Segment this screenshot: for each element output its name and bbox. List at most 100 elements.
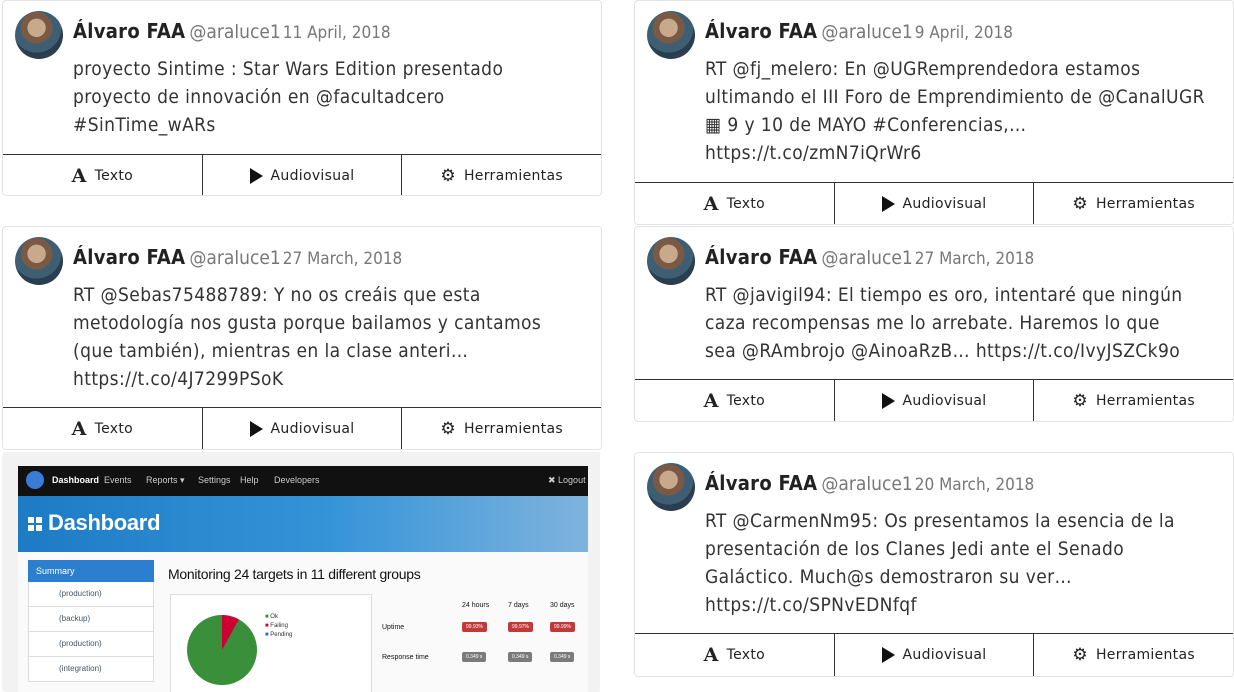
nav-settings: Settings: [198, 475, 231, 485]
nav-events: Events: [104, 475, 132, 485]
audiovisual-button[interactable]: Audiovisual: [203, 155, 403, 195]
herramientas-label: Herramientas: [463, 421, 563, 437]
tweet-text: proyecto Sintime : Star Wars Edition pre…: [73, 58, 504, 136]
monitoring-title: Monitoring 24 targets in 11 different gr…: [168, 566, 421, 582]
legend-failing: Failing: [270, 623, 288, 629]
gear-icon: ⚙: [1072, 644, 1088, 665]
nav-help: Help: [240, 475, 259, 485]
play-icon: [881, 647, 895, 663]
herramientas-button[interactable]: ⚙ Herramientas: [1034, 183, 1233, 224]
pie-legend: ■ Ok ■ Failing ■ Pending: [265, 614, 293, 638]
nav-developers: Developers: [274, 475, 320, 485]
herramientas-button[interactable]: ⚙ Herramientas: [402, 408, 601, 449]
uptime-badge: 99.99%: [550, 622, 575, 632]
author-handle[interactable]: @araluce1: [821, 247, 912, 269]
play-icon: [881, 196, 895, 212]
gear-icon: ⚙: [1072, 390, 1088, 411]
texto-label: Texto: [726, 196, 766, 212]
tweet-date: 20 March, 2018: [914, 475, 1035, 495]
avatar[interactable]: [15, 237, 63, 285]
tweet-meta: Álvaro FAA @araluce1 9 April, 2018: [705, 19, 1013, 43]
herramientas-button[interactable]: ⚙ Herramientas: [1034, 380, 1233, 421]
dashboard-navbar: Dashboard Events Reports ▾ Settings Help…: [18, 466, 588, 496]
tweet-date: 9 April, 2018: [914, 23, 1013, 43]
avatar[interactable]: [15, 11, 63, 59]
author-handle[interactable]: @araluce1: [821, 21, 912, 43]
herramientas-label: Herramientas: [463, 168, 563, 184]
summary-item: Summary: [28, 560, 154, 582]
nav-dashboard: Dashboard: [52, 475, 100, 485]
dashboard-body: Summary (production) (backup) (productio…: [18, 552, 588, 692]
sidebar-item: (production): [28, 632, 154, 657]
tweet-text: RT @Sebas75488789: Y no os creáis que es…: [73, 284, 542, 390]
texto-button[interactable]: A Texto: [635, 380, 835, 421]
texto-button[interactable]: A Texto: [635, 634, 835, 676]
uptime-badge: 99.97%: [508, 622, 533, 632]
author-name[interactable]: Álvaro FAA: [73, 245, 185, 269]
author-name[interactable]: Álvaro FAA: [705, 19, 817, 43]
legend-ok: Ok: [270, 614, 278, 620]
tweet-card: Álvaro FAA @araluce1 11 April, 2018 proyec…: [2, 0, 602, 196]
dashboard-title: Dashboard: [48, 510, 161, 535]
col-header: 30 days: [550, 602, 575, 609]
texto-button[interactable]: A Texto: [3, 155, 203, 195]
tweet-date: 27 March, 2018: [914, 249, 1035, 269]
audiovisual-button[interactable]: Audiovisual: [835, 183, 1035, 224]
row-label: Uptime: [382, 624, 405, 631]
gear-icon: ⚙: [440, 418, 456, 439]
tweet-date: 11 April, 2018: [282, 23, 391, 43]
herramientas-button[interactable]: ⚙ Herramientas: [402, 155, 601, 195]
author-name[interactable]: Álvaro FAA: [73, 19, 185, 43]
action-bar: A Texto Audiovisual ⚙ Herramientas: [635, 379, 1233, 421]
grid-icon: [28, 517, 42, 531]
media-card[interactable]: Dashboard Events Reports ▾ Settings Help…: [2, 452, 602, 692]
texto-button[interactable]: A Texto: [635, 183, 835, 224]
nav-logout: ✖ Logout: [548, 475, 586, 485]
play-icon: [249, 168, 263, 184]
tweet-text: RT @fj_melero: En @UGRemprendedora estam…: [705, 58, 1205, 164]
sidebar-item: (integration): [28, 657, 154, 682]
author-handle[interactable]: @araluce1: [189, 21, 280, 43]
tweet-meta: Álvaro FAA @araluce1 27 March, 2018: [705, 245, 1034, 269]
text-icon: A: [71, 417, 87, 440]
herramientas-label: Herramientas: [1095, 647, 1195, 663]
action-bar: A Texto Audiovisual ⚙ Herramientas: [3, 407, 601, 449]
avatar[interactable]: [647, 237, 695, 285]
col-header: 7 days: [508, 602, 529, 609]
text-icon: A: [703, 643, 719, 666]
tweet-card: Álvaro FAA @araluce1 27 March, 2018 RT @Se…: [2, 226, 602, 450]
audiovisual-button[interactable]: Audiovisual: [835, 380, 1035, 421]
herramientas-label: Herramientas: [1095, 196, 1195, 212]
play-icon: [249, 421, 263, 437]
avatar[interactable]: [647, 11, 695, 59]
col-header: 24 hours: [462, 602, 490, 609]
dashboard-screenshot: Dashboard Events Reports ▾ Settings Help…: [2, 452, 600, 692]
herramientas-button[interactable]: ⚙ Herramientas: [1034, 634, 1233, 676]
response-badge: 0.349 s: [508, 652, 533, 662]
texto-label: Texto: [726, 393, 766, 409]
sidebar-item: (backup): [28, 607, 154, 632]
author-handle[interactable]: @araluce1: [821, 473, 912, 495]
audiovisual-label: Audiovisual: [902, 647, 987, 663]
dashboard-header: Dashboard: [18, 496, 588, 552]
tweet-card: Álvaro FAA @araluce1 20 March, 2018 RT @Ca…: [634, 452, 1234, 677]
audiovisual-button[interactable]: Audiovisual: [203, 408, 403, 449]
tweet-card: Álvaro FAA @araluce1 9 April, 2018 RT @fj_…: [634, 0, 1234, 225]
sidebar-item: (production): [28, 582, 154, 607]
texto-button[interactable]: A Texto: [3, 408, 203, 449]
author-name[interactable]: Álvaro FAA: [705, 471, 817, 495]
dashboard-logo: [26, 471, 44, 489]
texto-label: Texto: [726, 647, 766, 663]
herramientas-label: Herramientas: [1095, 393, 1195, 409]
gear-icon: ⚙: [440, 165, 456, 186]
response-badge: 0.349 s: [550, 652, 575, 662]
legend-pending: Pending: [270, 632, 293, 638]
author-name[interactable]: Álvaro FAA: [705, 245, 817, 269]
text-icon: A: [71, 164, 87, 187]
texto-label: Texto: [94, 421, 134, 437]
audiovisual-button[interactable]: Audiovisual: [835, 634, 1035, 676]
author-handle[interactable]: @araluce1: [189, 247, 280, 269]
uptime-badge: 99.93%: [462, 622, 487, 632]
avatar[interactable]: [647, 463, 695, 511]
audiovisual-label: Audiovisual: [270, 421, 355, 437]
